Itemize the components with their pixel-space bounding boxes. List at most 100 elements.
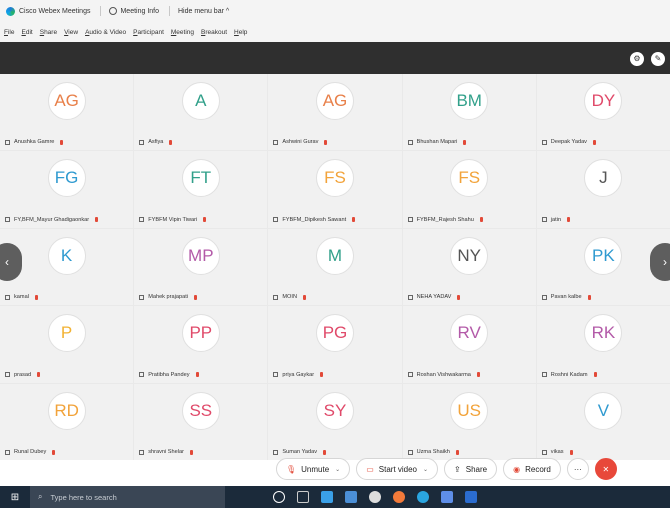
participant-name: Roshni Kadam: [550, 371, 588, 378]
view-options-button[interactable]: ✎: [651, 52, 665, 66]
participant-tile[interactable]: RV Roshan Vishwakarma: [402, 306, 536, 383]
mic-muted-icon: [567, 217, 571, 223]
hide-menu-bar-button[interactable]: Hide menu bar ^: [178, 8, 229, 15]
meeting-info-button[interactable]: Meeting Info: [109, 7, 159, 15]
device-icon: [5, 372, 10, 378]
cortana-icon[interactable]: [273, 491, 285, 503]
participant-tile[interactable]: M MOIN: [268, 228, 402, 306]
start-video-button[interactable]: ▭ Start video ⌄: [356, 458, 439, 480]
photos-icon[interactable]: [441, 491, 453, 503]
menu-participant[interactable]: Participant: [133, 29, 164, 36]
participant-name: Asfiya: [148, 139, 164, 146]
mic-muted-icon: [195, 372, 199, 378]
layout-options-button[interactable]: ⚙: [630, 52, 644, 66]
participant-tile[interactable]: Vvikas: [536, 383, 670, 460]
participant-tile[interactable]: FG FY,BFM_Mayur Ghadigaonkar: [0, 151, 134, 228]
participant-tile[interactable]: Pprasad: [0, 306, 134, 383]
participant-footer: Anushka Gamre: [5, 139, 64, 145]
menu-help[interactable]: Help: [234, 29, 247, 36]
participant-footer: vikas: [541, 449, 573, 455]
menu-file[interactable]: File: [4, 29, 15, 36]
participant-tile[interactable]: RK Roshni Kadam: [536, 306, 670, 383]
app-icon[interactable]: [465, 491, 477, 503]
menu-breakout[interactable]: Breakout: [201, 29, 227, 36]
mic-muted-icon: [169, 139, 173, 145]
mic-muted-icon: [203, 217, 207, 223]
windows-taskbar: ⊞ ⌕ Type here to search: [0, 486, 670, 508]
chevron-down-icon[interactable]: ⌄: [335, 466, 340, 473]
participant-footer: Pavan kalbe: [541, 294, 591, 301]
participant-name: Uzma Shaikh: [416, 449, 450, 455]
participant-tile[interactable]: AG Ashwini Gurav: [268, 74, 402, 151]
mic-muted-icon: [52, 449, 56, 455]
participant-footer: shravni Shelar: [139, 449, 193, 455]
more-options-button[interactable]: ···: [566, 458, 589, 480]
participant-tile[interactable]: US Uzma Shaikh: [402, 383, 536, 460]
share-button[interactable]: ⇪ Share: [444, 458, 498, 480]
avatar: FG: [47, 159, 86, 198]
participant-tile[interactable]: SS shravni Shelar: [134, 383, 268, 460]
mic-muted-icon: [60, 139, 64, 145]
participant-name: Pavan kalbe: [550, 294, 582, 301]
participant-footer: NEHA YADAV: [407, 294, 461, 301]
device-icon: [541, 449, 547, 455]
participant-tile[interactable]: PP Pratibha Pandey: [134, 306, 268, 383]
participant-tile[interactable]: PG priya Gaykar: [268, 306, 402, 383]
device-icon: [407, 139, 413, 145]
avatar: AG: [47, 82, 86, 120]
participant-name: NEHA YADAV: [416, 294, 452, 301]
participant-tile[interactable]: NY NEHA YADAV: [402, 228, 536, 306]
menu-audio-video[interactable]: Audio & Video: [85, 29, 126, 36]
device-icon: [541, 139, 547, 145]
firefox-icon[interactable]: [393, 491, 405, 503]
task-view-icon[interactable]: [297, 491, 309, 503]
titlebar-divider: [100, 6, 102, 16]
record-button[interactable]: ◉ Record: [503, 458, 561, 480]
participant-footer: Uzma Shaikh: [407, 449, 459, 455]
participant-tile[interactable]: FT FYBFM Vipin Tiwari: [134, 151, 268, 228]
chrome-icon[interactable]: [369, 491, 381, 503]
edge-icon[interactable]: [321, 491, 333, 503]
mic-muted-icon: [320, 372, 324, 378]
participant-name: Roshan Vishwakarma: [416, 371, 471, 378]
taskbar-search-input[interactable]: ⌕ Type here to search: [30, 486, 225, 508]
participant-tile[interactable]: FS FYBFM_Rajesh Shahu: [402, 151, 536, 228]
avatar: SY: [315, 391, 354, 430]
participant-tile[interactable]: A Asfiya: [134, 74, 268, 151]
participant-footer: Roshni Kadam: [541, 371, 597, 378]
participant-name: Suman Yadav: [282, 449, 318, 455]
participant-tile[interactable]: FS FYBFM_Dipikesh Sawant: [268, 151, 402, 228]
participant-name: Mahek prajapati: [148, 294, 188, 301]
participant-footer: jatin: [541, 217, 571, 223]
previous-page-button[interactable]: ‹: [0, 243, 22, 281]
participant-tile[interactable]: DY Deepak Yadav: [536, 74, 670, 151]
mic-muted-icon: [455, 449, 459, 455]
search-placeholder: Type here to search: [50, 492, 117, 502]
participant-tile[interactable]: AG Anushka Gamre: [0, 74, 134, 151]
participant-footer: Ashwini Gurav: [273, 139, 328, 146]
participant-tile[interactable]: Jjatin: [536, 151, 670, 228]
participant-name: Ashwini Gurav: [282, 139, 319, 146]
store-icon[interactable]: [345, 491, 357, 503]
chevron-down-icon[interactable]: ⌄: [423, 466, 428, 473]
avatar: NY: [450, 236, 489, 275]
participant-tile[interactable]: RD Runal Dubey: [0, 383, 134, 460]
menu-view[interactable]: View: [64, 29, 78, 36]
participant-tile[interactable]: SY Suman Yadav: [268, 383, 402, 460]
avatar: M: [315, 236, 354, 275]
next-page-button[interactable]: ›: [650, 243, 670, 281]
menu-edit[interactable]: Edit: [22, 29, 33, 36]
menu-meeting[interactable]: Meeting: [171, 29, 194, 36]
unmute-button[interactable]: 🎙 Unmute ⌄: [276, 458, 351, 480]
avatar: BM: [450, 82, 489, 120]
avatar: RV: [450, 314, 489, 353]
end-meeting-button[interactable]: ✕: [594, 458, 617, 480]
menu-share[interactable]: Share: [40, 29, 57, 36]
participant-name: Pratibha Pandey: [148, 371, 190, 378]
participant-tile[interactable]: MP Mahek prajapati: [134, 228, 268, 306]
webex-taskbar-icon[interactable]: [417, 491, 429, 503]
participant-tile[interactable]: BM Bhushan Mapari: [402, 74, 536, 151]
windows-start-icon[interactable]: ⊞: [0, 486, 30, 508]
mic-muted-icon: [463, 139, 467, 145]
participant-name: kamal: [14, 294, 29, 301]
